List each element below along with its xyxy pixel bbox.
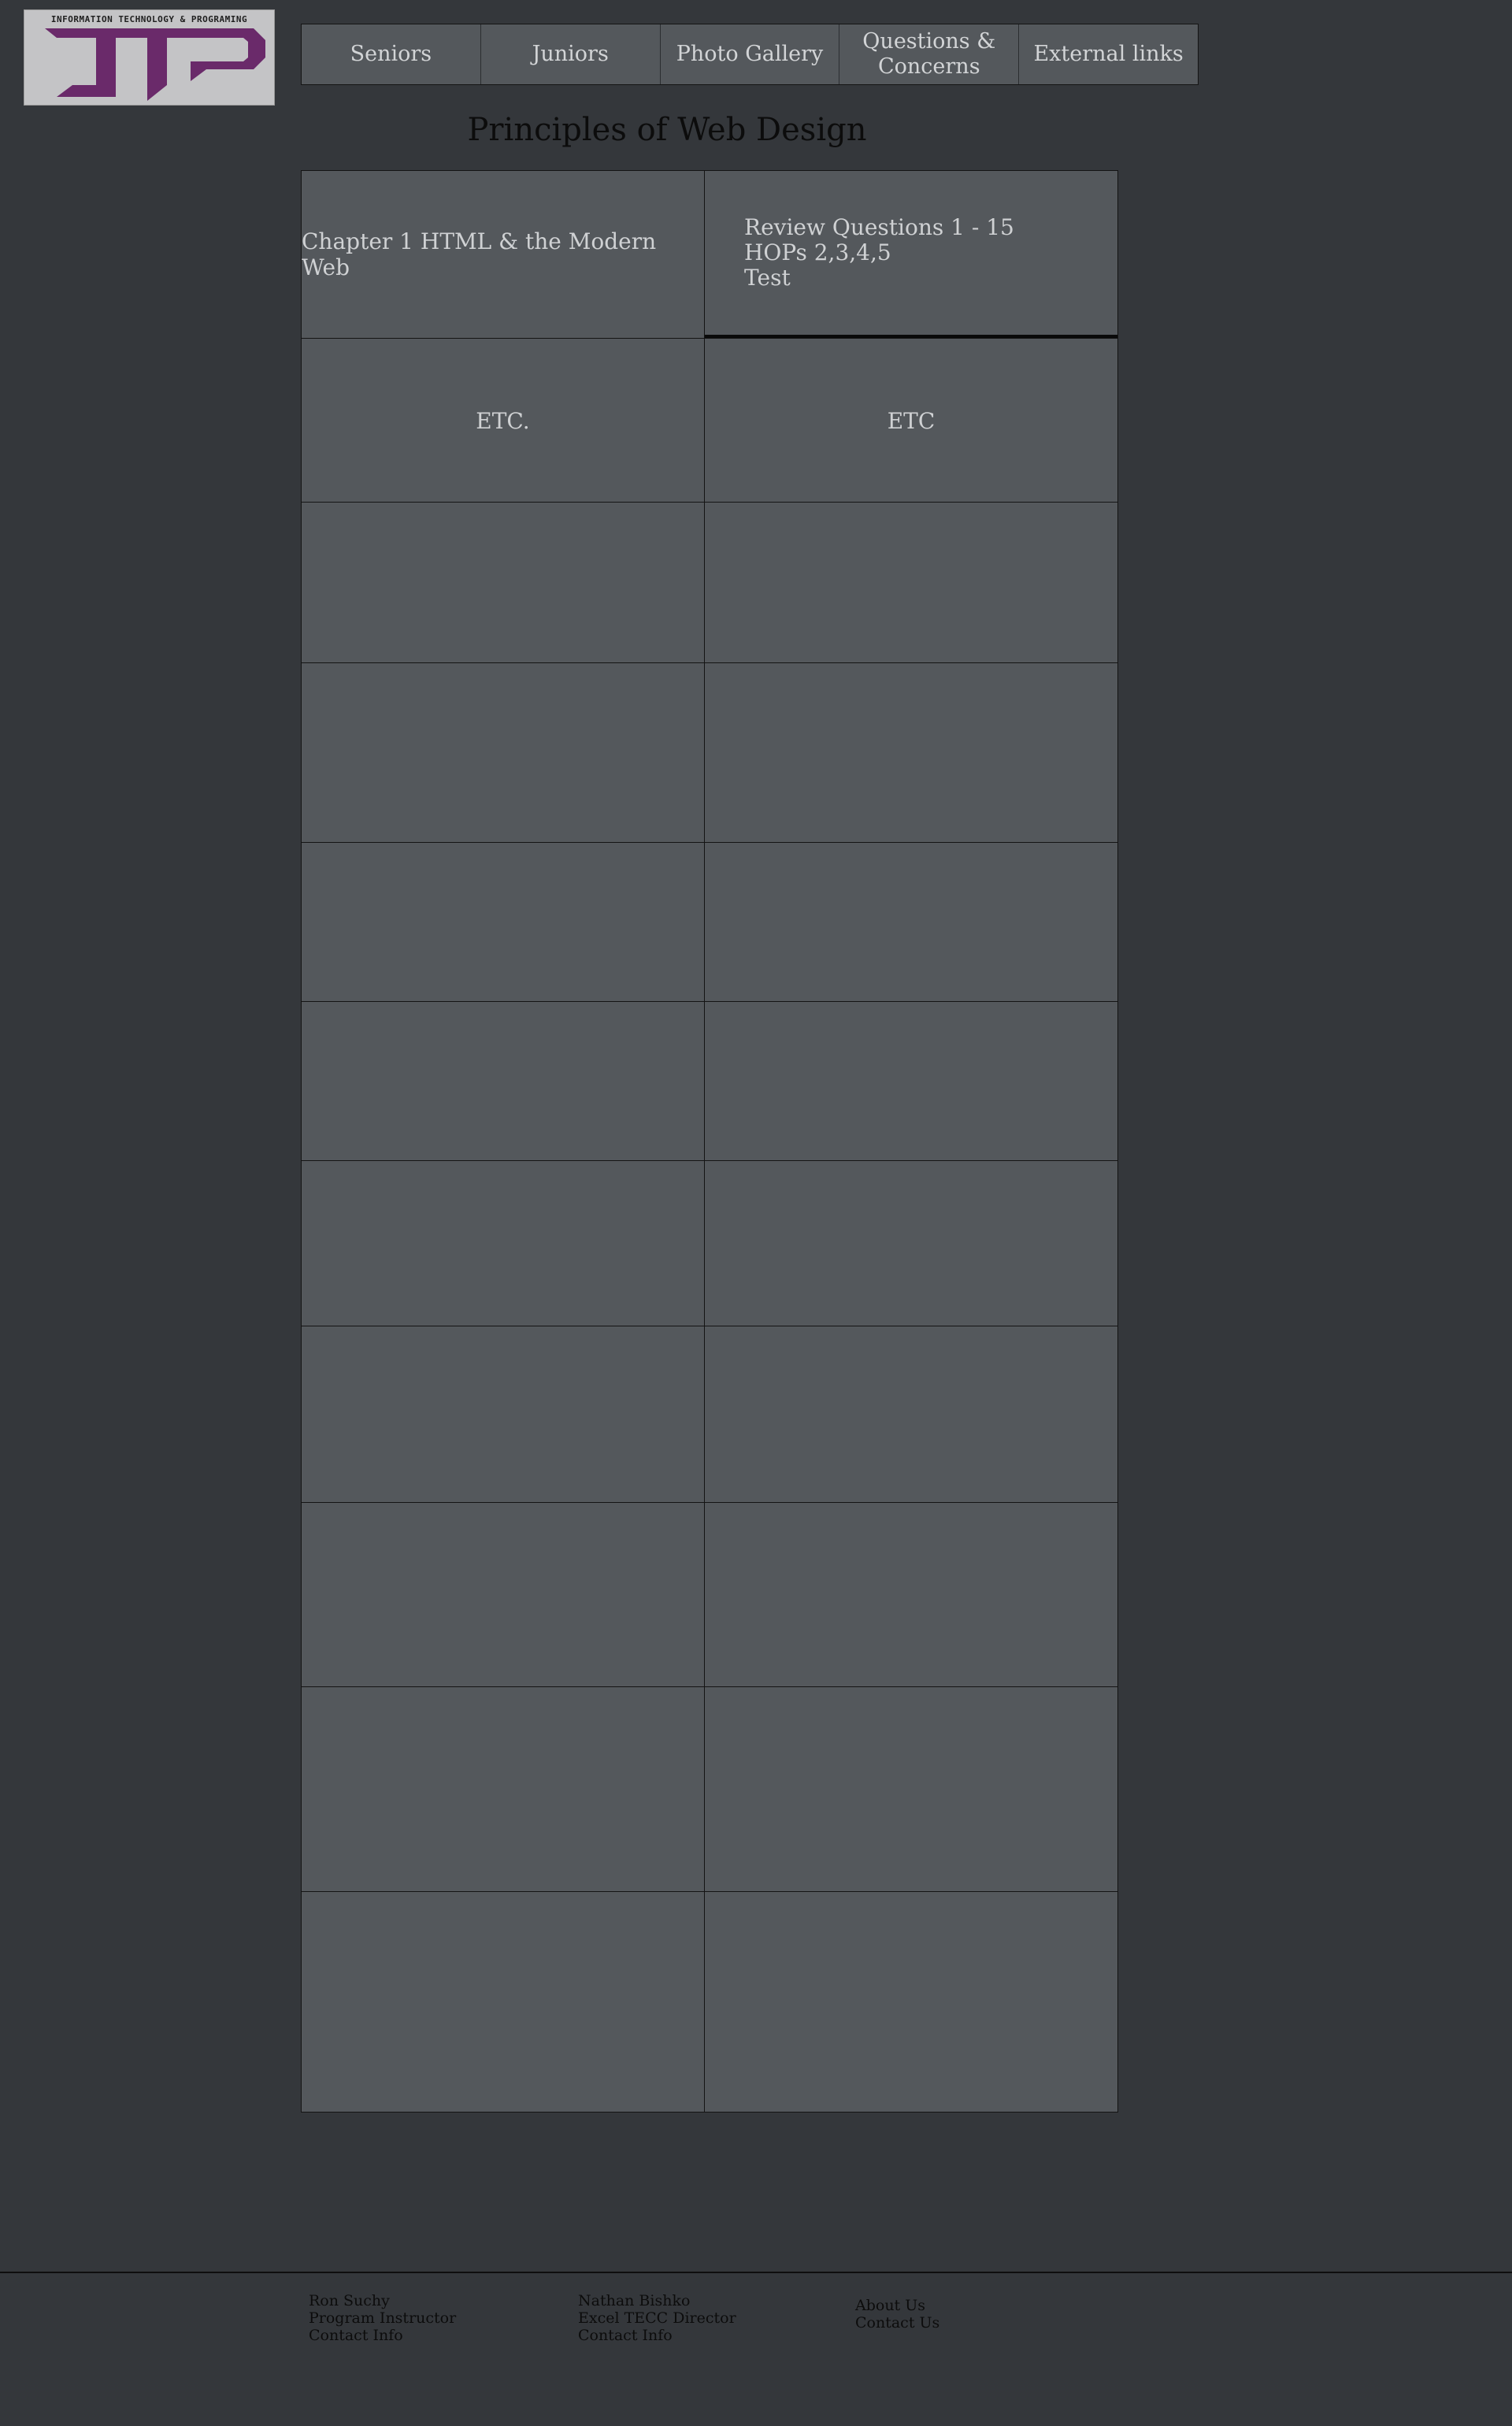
instructor-role: Program Instructor bbox=[309, 2309, 457, 2327]
table-cell bbox=[705, 1002, 1117, 1161]
table-cell bbox=[705, 1326, 1117, 1503]
table-cell bbox=[302, 1161, 705, 1326]
footer-director: Nathan Bishko Excel TECC Director Contac… bbox=[578, 2292, 736, 2344]
course-table: Chapter 1 HTML & the Modern Web Review Q… bbox=[301, 170, 1118, 2113]
table-row bbox=[302, 1160, 1117, 1326]
table-row bbox=[302, 1001, 1117, 1161]
table-cell: ETC bbox=[705, 339, 1117, 503]
nav-seniors[interactable]: Seniors bbox=[302, 24, 481, 84]
table-cell bbox=[302, 1892, 705, 2113]
cell-text: ETC bbox=[887, 407, 936, 434]
assignment-item: HOPs 2,3,4,5 bbox=[744, 239, 891, 265]
table-row: ETC. ETC bbox=[302, 338, 1117, 503]
contact-us-link[interactable]: Contact Us bbox=[855, 2314, 939, 2331]
table-row: Chapter 1 HTML & the Modern Web Review Q… bbox=[302, 171, 1117, 338]
table-row bbox=[302, 1326, 1117, 1503]
assignment-list: Review Questions 1 - 15 HOPs 2,3,4,5 Tes… bbox=[744, 215, 1014, 291]
table-cell bbox=[302, 1326, 705, 1503]
assignment-item: Review Questions 1 - 15 bbox=[744, 214, 1014, 240]
table-cell bbox=[705, 503, 1117, 663]
footer-links: About Us Contact Us bbox=[855, 2297, 939, 2331]
table-cell: ETC. bbox=[302, 339, 705, 503]
footer: Ron Suchy Program Instructor Contact Inf… bbox=[0, 2272, 1512, 2426]
table-cell bbox=[705, 1503, 1117, 1687]
instructor-contact-link[interactable]: Contact Info bbox=[309, 2327, 456, 2344]
table-row bbox=[302, 502, 1117, 663]
nav-questions-concerns[interactable]: Questions & Concerns bbox=[839, 24, 1020, 84]
table-cell bbox=[705, 1161, 1117, 1326]
table-cell bbox=[302, 1002, 705, 1161]
page-title: Principles of Web Design bbox=[467, 112, 867, 148]
main-nav: Seniors Juniors Photo Gallery Questions … bbox=[301, 24, 1199, 85]
nav-photo-gallery[interactable]: Photo Gallery bbox=[661, 24, 840, 84]
table-row bbox=[302, 842, 1117, 1002]
nav-juniors[interactable]: Juniors bbox=[481, 24, 661, 84]
assignment-item: Test bbox=[744, 265, 791, 291]
nav-external-links[interactable]: External links bbox=[1019, 24, 1198, 84]
itp-logo[interactable]: INFORMATION TECHNOLOGY & PROGRAMING bbox=[24, 9, 275, 106]
table-row bbox=[302, 662, 1117, 843]
table-cell bbox=[302, 843, 705, 1002]
table-cell: Chapter 1 HTML & the Modern Web bbox=[302, 171, 705, 338]
table-cell: Review Questions 1 - 15 HOPs 2,3,4,5 Tes… bbox=[705, 171, 1117, 338]
itp-logo-mark bbox=[45, 28, 265, 101]
footer-instructor: Ron Suchy Program Instructor Contact Inf… bbox=[309, 2292, 456, 2344]
chapter-label: Chapter 1 HTML & the Modern Web bbox=[302, 228, 657, 280]
table-cell bbox=[705, 663, 1117, 843]
table-cell bbox=[302, 1503, 705, 1687]
about-us-link[interactable]: About Us bbox=[855, 2297, 939, 2314]
director-role: Excel TECC Director bbox=[578, 2309, 736, 2327]
table-cell bbox=[705, 843, 1117, 1002]
table-row bbox=[302, 1502, 1117, 1687]
director-name: Nathan Bishko bbox=[578, 2292, 691, 2309]
cell-text: ETC. bbox=[476, 407, 530, 434]
director-contact-link[interactable]: Contact Info bbox=[578, 2327, 736, 2344]
table-cell bbox=[705, 1892, 1117, 2113]
table-cell bbox=[705, 1687, 1117, 1892]
table-cell bbox=[302, 663, 705, 843]
table-cell bbox=[302, 503, 705, 663]
instructor-name: Ron Suchy bbox=[309, 2292, 390, 2309]
table-row bbox=[302, 1891, 1117, 2113]
logo-tagline: INFORMATION TECHNOLOGY & PROGRAMING bbox=[50, 14, 248, 24]
table-cell bbox=[302, 1687, 705, 1892]
table-row bbox=[302, 1686, 1117, 1892]
